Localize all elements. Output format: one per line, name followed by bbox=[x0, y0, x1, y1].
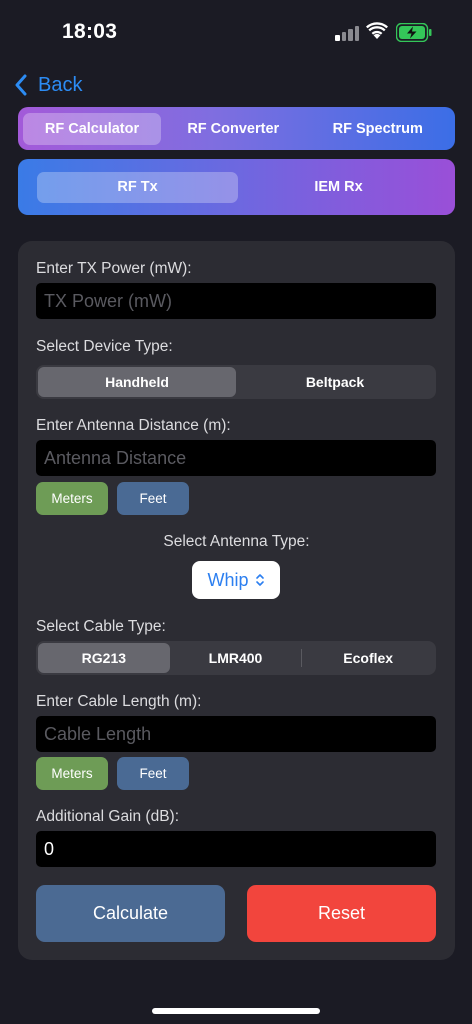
main-tab-bar: RF Calculator RF Converter RF Spectrum bbox=[18, 107, 455, 150]
calculate-button[interactable]: Calculate bbox=[36, 885, 225, 942]
cellular-signal-icon bbox=[335, 25, 361, 41]
back-button[interactable]: Back bbox=[14, 70, 82, 100]
tab-rf-converter[interactable]: RF Converter bbox=[161, 113, 306, 145]
tab-rf-calculator[interactable]: RF Calculator bbox=[23, 112, 161, 145]
cable-type-lmr400[interactable]: LMR400 bbox=[170, 643, 302, 673]
antenna-distance-label: Enter Antenna Distance (m): bbox=[36, 417, 231, 434]
cable-length-input[interactable] bbox=[36, 716, 436, 752]
cable-type-rg213[interactable]: RG213 bbox=[38, 643, 170, 673]
calculator-form-card: Enter TX Power (mW): Select Device Type:… bbox=[18, 241, 455, 960]
additional-gain-input[interactable] bbox=[36, 831, 436, 867]
cable-type-ecoflex[interactable]: Ecoflex bbox=[302, 643, 434, 673]
additional-gain-label: Additional Gain (dB): bbox=[36, 808, 180, 825]
antenna-type-selected: Whip bbox=[207, 569, 249, 590]
cable-length-meters-button[interactable]: Meters bbox=[36, 757, 108, 790]
tx-power-label: Enter TX Power (mW): bbox=[36, 260, 192, 277]
antenna-type-picker[interactable]: Whip bbox=[192, 561, 280, 599]
tab-iem-rx[interactable]: IEM Rx bbox=[238, 172, 439, 203]
device-type-beltpack[interactable]: Beltpack bbox=[236, 367, 434, 397]
status-time: 18:03 bbox=[62, 20, 118, 43]
reset-button[interactable]: Reset bbox=[247, 885, 436, 942]
chevron-left-icon bbox=[15, 74, 27, 96]
device-type-segmented-control: Handheld Beltpack bbox=[36, 365, 436, 399]
back-label: Back bbox=[38, 73, 83, 96]
device-type-handheld[interactable]: Handheld bbox=[38, 367, 236, 397]
antenna-distance-meters-button[interactable]: Meters bbox=[36, 482, 108, 515]
sub-tab-bar: RF Tx IEM Rx bbox=[18, 159, 455, 215]
tab-rf-spectrum[interactable]: RF Spectrum bbox=[306, 113, 451, 145]
home-indicator bbox=[152, 1008, 320, 1014]
cable-type-segmented-control: RG213 LMR400 Ecoflex bbox=[36, 641, 436, 675]
battery-charging-icon bbox=[396, 23, 432, 42]
cable-type-label: Select Cable Type: bbox=[36, 618, 166, 635]
antenna-distance-input[interactable] bbox=[36, 440, 436, 476]
tab-rf-tx[interactable]: RF Tx bbox=[37, 171, 238, 203]
device-type-label: Select Device Type: bbox=[36, 338, 173, 355]
status-bar: 18:03 bbox=[0, 0, 472, 60]
wifi-icon bbox=[366, 22, 388, 39]
tx-power-input[interactable] bbox=[36, 283, 436, 319]
antenna-distance-feet-button[interactable]: Feet bbox=[117, 482, 189, 515]
chevron-up-down-icon bbox=[255, 574, 264, 586]
cable-length-feet-button[interactable]: Feet bbox=[117, 757, 189, 790]
cable-length-label: Enter Cable Length (m): bbox=[36, 693, 202, 710]
antenna-type-label: Select Antenna Type: bbox=[163, 533, 310, 550]
